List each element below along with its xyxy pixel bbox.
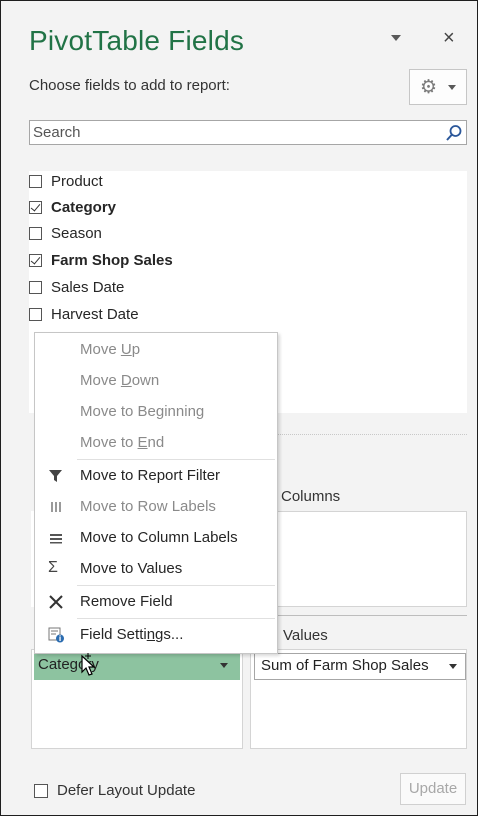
chevron-down-icon[interactable] bbox=[220, 663, 228, 668]
menu-item-label: Move to Values bbox=[80, 560, 183, 577]
search-box[interactable] bbox=[29, 120, 467, 145]
menu-item-move-up[interactable]: Move Up bbox=[35, 335, 277, 365]
field-checkbox[interactable] bbox=[29, 280, 42, 294]
field-item-category[interactable]: Category bbox=[29, 194, 116, 220]
menu-item-move-to-beginning[interactable]: Move to Beginning bbox=[35, 397, 277, 427]
field-item-farm-shop-sales[interactable]: Farm Shop Sales bbox=[29, 247, 173, 273]
close-button[interactable]: × bbox=[443, 27, 455, 50]
row-labels-icon bbox=[51, 502, 61, 512]
update-button[interactable]: Update bbox=[400, 773, 466, 805]
field-settings-icon bbox=[48, 627, 64, 643]
menu-item-move-down[interactable]: Move Down bbox=[35, 366, 277, 396]
defer-checkbox[interactable] bbox=[34, 783, 48, 798]
field-item-sales-date[interactable]: Sales Date bbox=[29, 274, 124, 300]
field-checkbox[interactable] bbox=[29, 200, 42, 214]
field-checkbox[interactable] bbox=[29, 307, 42, 321]
field-label: Sales Date bbox=[51, 278, 125, 296]
search-input[interactable] bbox=[30, 121, 433, 144]
menu-item-move-to-row-labels[interactable]: Move to Row Labels bbox=[35, 492, 277, 522]
menu-item-label: Move to End bbox=[80, 434, 165, 451]
area-divider bbox=[247, 615, 467, 616]
field-item-harvest-date[interactable]: Harvest Date bbox=[29, 301, 139, 327]
field-item-product[interactable]: Product bbox=[29, 168, 103, 194]
field-label: Category bbox=[51, 198, 117, 216]
move-cursor-icon bbox=[81, 653, 96, 676]
field-label: Farm Shop Sales bbox=[51, 251, 173, 269]
menu-item-label: Field Settings... bbox=[80, 626, 184, 643]
menu-item-label: Move Up bbox=[80, 341, 141, 358]
menu-item-label: Move to Row Labels bbox=[80, 498, 216, 515]
menu-item-label: Move to Column Labels bbox=[80, 529, 238, 546]
menu-item-move-to-report-filter[interactable]: Move to Report Filter bbox=[35, 461, 277, 491]
sigma-icon: Σ bbox=[48, 559, 58, 576]
task-pane-options-dropdown[interactable] bbox=[391, 35, 401, 41]
field-label: Product bbox=[51, 172, 103, 190]
field-label: Harvest Date bbox=[51, 305, 139, 323]
defer-layout-update[interactable]: Defer Layout Update bbox=[34, 782, 195, 799]
choose-fields-label: Choose fields to add to report: bbox=[29, 77, 230, 94]
menu-item-remove-field[interactable]: Remove Field bbox=[35, 587, 277, 617]
field-item-season[interactable]: Season bbox=[29, 220, 102, 246]
values-field-sum[interactable]: Sum of Farm Shop Sales bbox=[254, 653, 466, 680]
chevron-down-icon[interactable] bbox=[449, 664, 457, 669]
menu-item-label: Move to Beginning bbox=[80, 403, 205, 420]
menu-separator bbox=[77, 585, 275, 586]
field-context-menu: Move Up Move Down Move to Beginning Move… bbox=[34, 332, 278, 654]
rows-field-category[interactable]: Category bbox=[34, 652, 240, 680]
search-icon[interactable] bbox=[445, 124, 463, 142]
menu-item-label: Remove Field bbox=[80, 593, 173, 610]
section-divider bbox=[277, 434, 467, 435]
field-checkbox[interactable] bbox=[29, 253, 42, 267]
menu-item-label: Move Down bbox=[80, 372, 160, 389]
values-field-label: Sum of Farm Shop Sales bbox=[261, 657, 429, 674]
field-checkbox[interactable] bbox=[29, 174, 42, 188]
filter-icon bbox=[49, 470, 62, 482]
menu-item-field-settings[interactable]: Field Settings... bbox=[35, 620, 277, 650]
defer-label: Defer Layout Update bbox=[57, 782, 196, 799]
pivottable-fields-pane: PivotTable Fields × Choose fields to add… bbox=[0, 0, 478, 816]
menu-item-move-to-end[interactable]: Move to End bbox=[35, 428, 277, 458]
columns-area-label: Columns bbox=[281, 488, 341, 505]
menu-item-move-to-column-labels[interactable]: Move to Column Labels bbox=[35, 523, 277, 553]
menu-separator bbox=[77, 459, 275, 460]
field-checkbox[interactable] bbox=[29, 226, 42, 240]
field-label: Season bbox=[51, 224, 102, 242]
menu-separator bbox=[77, 618, 275, 619]
gear-icon: ⚙ bbox=[420, 77, 438, 98]
remove-x-icon bbox=[49, 595, 63, 609]
pane-title: PivotTable Fields bbox=[29, 25, 245, 56]
menu-item-move-to-values[interactable]: Σ Move to Values bbox=[35, 554, 277, 584]
column-labels-icon bbox=[50, 534, 62, 544]
tools-button[interactable]: ⚙ bbox=[409, 69, 467, 105]
values-area-label: Values bbox=[283, 627, 328, 644]
chevron-down-icon bbox=[448, 85, 456, 90]
menu-item-label: Move to Report Filter bbox=[80, 467, 221, 484]
columns-drop-area[interactable] bbox=[248, 511, 467, 607]
